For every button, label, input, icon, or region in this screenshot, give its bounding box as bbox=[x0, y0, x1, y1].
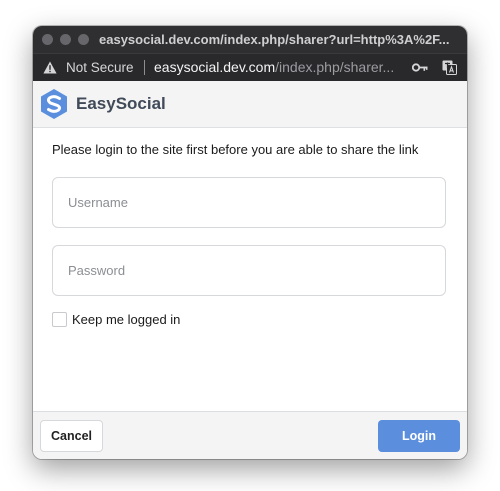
window-titlebar: easysocial.dev.com/index.php/sharer?url=… bbox=[33, 26, 467, 53]
cancel-button[interactable]: Cancel bbox=[40, 420, 103, 452]
warning-icon[interactable] bbox=[43, 61, 57, 74]
key-icon[interactable] bbox=[412, 62, 428, 73]
brand-header: EasySocial bbox=[33, 81, 467, 128]
url-path: /index.php/sharer... bbox=[275, 59, 395, 75]
url-text[interactable]: easysocial.dev.com/index.php/sharer... bbox=[154, 59, 404, 75]
login-button[interactable]: Login bbox=[378, 420, 460, 452]
window-title: easysocial.dev.com/index.php/sharer?url=… bbox=[99, 32, 450, 47]
remember-me-checkbox[interactable] bbox=[52, 312, 67, 327]
address-bar[interactable]: Not Secure easysocial.dev.com/index.php/… bbox=[33, 53, 467, 81]
login-form: Please login to the site first before yo… bbox=[33, 128, 467, 411]
address-divider bbox=[144, 60, 145, 75]
easysocial-logo-icon bbox=[41, 89, 67, 119]
minimize-window-button[interactable] bbox=[60, 34, 71, 45]
remember-me-label[interactable]: Keep me logged in bbox=[72, 312, 180, 327]
browser-popup-window: easysocial.dev.com/index.php/sharer?url=… bbox=[33, 26, 467, 459]
translate-icon[interactable] bbox=[442, 60, 457, 75]
login-message: Please login to the site first before yo… bbox=[52, 142, 419, 157]
close-window-button[interactable] bbox=[42, 34, 53, 45]
password-input[interactable] bbox=[52, 245, 446, 296]
brand-name: EasySocial bbox=[76, 94, 166, 113]
username-input[interactable] bbox=[52, 177, 446, 228]
url-host: easysocial.dev.com bbox=[154, 59, 276, 75]
zoom-window-button[interactable] bbox=[78, 34, 89, 45]
security-status-label[interactable]: Not Secure bbox=[66, 60, 134, 75]
form-footer: Cancel Login bbox=[33, 411, 467, 459]
